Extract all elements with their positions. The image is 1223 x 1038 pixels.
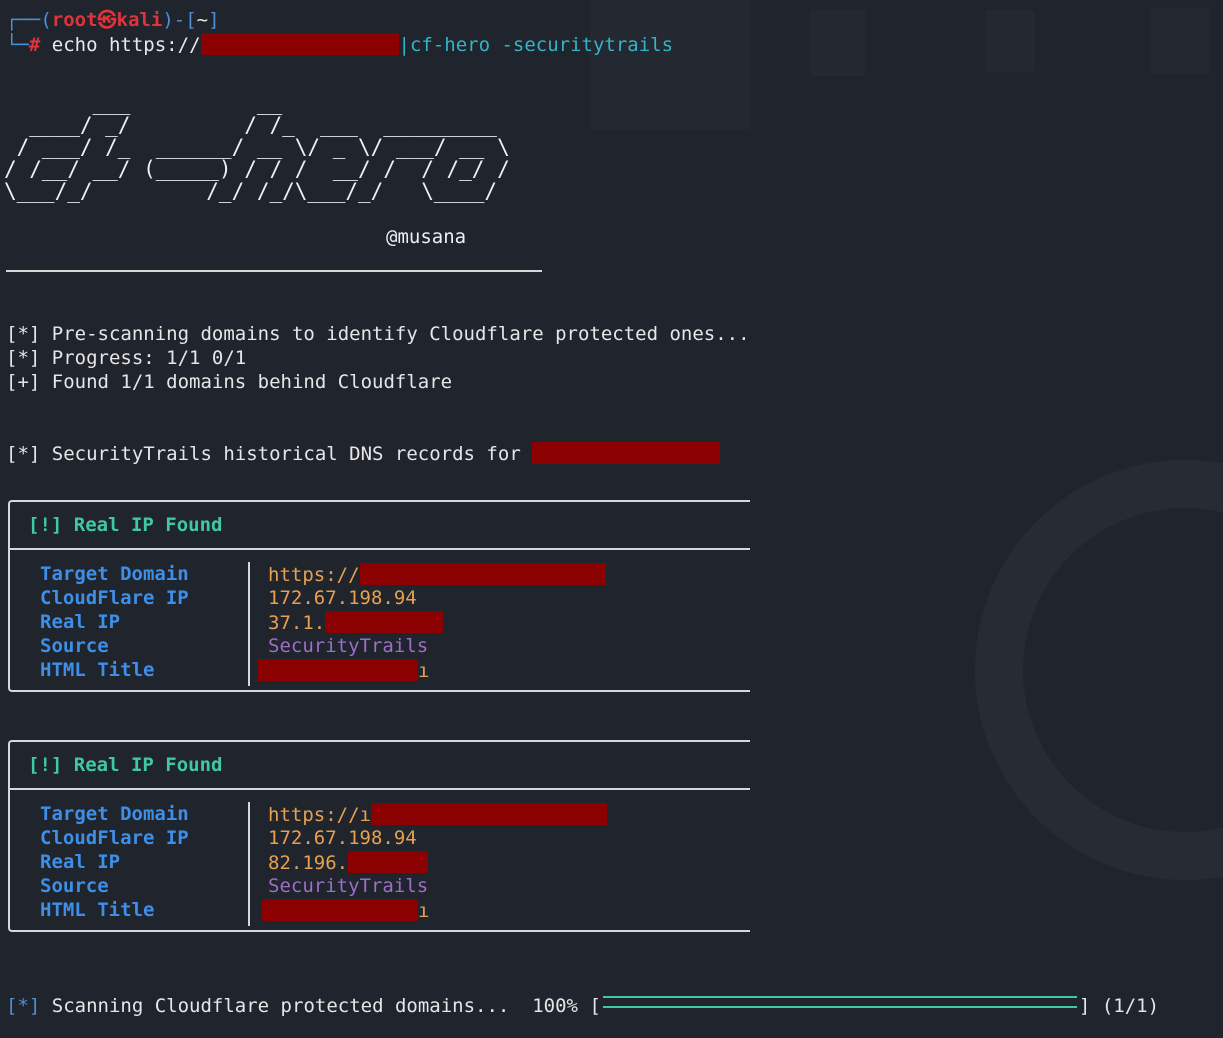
prompt-symbol: # (28, 34, 41, 56)
result-title: [!] Real IP Found (28, 514, 223, 536)
result-title: [!] Real IP Found (28, 754, 223, 776)
prompt-user: root (51, 9, 98, 31)
redacted-url (200, 33, 399, 55)
label-target-domain: Target Domain (40, 563, 189, 585)
value-html-title: ı (262, 899, 429, 922)
column-separator (248, 562, 250, 686)
command-prefix: echo https:// (51, 34, 201, 56)
command-tool: cf-hero -securitytrails (409, 34, 674, 56)
label-real-ip: Real IP (40, 851, 121, 873)
history-text: [*] SecurityTrails historical DNS record… (6, 443, 533, 465)
result-header: [!] Real IP Found (10, 502, 750, 550)
label-source: Source (40, 635, 109, 657)
value-html-title: ı (258, 659, 429, 682)
redacted-domain (532, 442, 721, 464)
redacted-title (262, 899, 418, 921)
value-real-ip: 82.196. (268, 851, 429, 874)
log-found: [+] Found 1/1 domains behind Cloudflare (6, 371, 453, 393)
redacted-domain (359, 563, 606, 585)
log-prescan: [*] Pre-scanning domains to identify Clo… (6, 323, 750, 345)
banner-author: @musana (386, 226, 467, 248)
label-cloudflare-ip: CloudFlare IP (40, 587, 189, 609)
prompt-header: ┌──(root㉿kali)-[~] (6, 9, 220, 31)
label-target-domain: Target Domain (40, 803, 189, 825)
banner-divider (6, 270, 542, 272)
redacted-ip (348, 851, 429, 873)
progress-open: [ (589, 995, 601, 1017)
history-line: [*] SecurityTrails historical DNS record… (6, 442, 721, 466)
redacted-domain (370, 803, 607, 825)
label-cloudflare-ip: CloudFlare IP (40, 827, 189, 849)
column-separator (248, 802, 250, 926)
value-source: SecurityTrails (268, 635, 429, 657)
scan-progress-line: [*] Scanning Cloudflare protected domain… (6, 992, 1159, 1020)
value-cloudflare-ip: 172.67.198.94 (268, 827, 417, 849)
progress-text: Scanning Cloudflare protected domains... (51, 995, 510, 1017)
label-html-title: HTML Title (40, 899, 155, 921)
log-progress: [*] Progress: 1/1 0/1 (6, 347, 247, 369)
label-html-title: HTML Title (40, 659, 155, 681)
value-source: SecurityTrails (268, 875, 429, 897)
prompt-host: kali (116, 9, 163, 31)
prompt-at: ㉿ (97, 9, 117, 31)
command-pipe: | (398, 34, 410, 56)
cf-hero-ascii-banner: ___ __ ____/ _/ / /_ ___ _________ / ___… (4, 91, 510, 203)
redacted-ip (325, 611, 444, 633)
redacted-title (258, 659, 418, 681)
progress-percent: 100% (532, 995, 578, 1017)
result-box-1: [!] Real IP Found Target Domain CloudFla… (8, 500, 750, 692)
result-box-2: [!] Real IP Found Target Domain CloudFla… (8, 740, 750, 932)
prompt-dir: ~ (196, 9, 209, 31)
label-source: Source (40, 875, 109, 897)
value-target-domain: https:// (268, 563, 606, 586)
command-line[interactable]: └─# echo https://|cf-hero -securitytrail… (6, 33, 673, 57)
result-header: [!] Real IP Found (10, 742, 750, 790)
label-real-ip: Real IP (40, 611, 121, 633)
value-cloudflare-ip: 172.67.198.94 (268, 587, 417, 609)
progress-count: (1/1) (1101, 995, 1160, 1017)
progress-bar (602, 996, 1077, 1008)
value-target-domain: https://ı (268, 803, 607, 826)
progress-prefix: [*] (6, 995, 41, 1017)
value-real-ip: 37.1. (268, 611, 444, 634)
progress-close: ] (1078, 995, 1091, 1017)
